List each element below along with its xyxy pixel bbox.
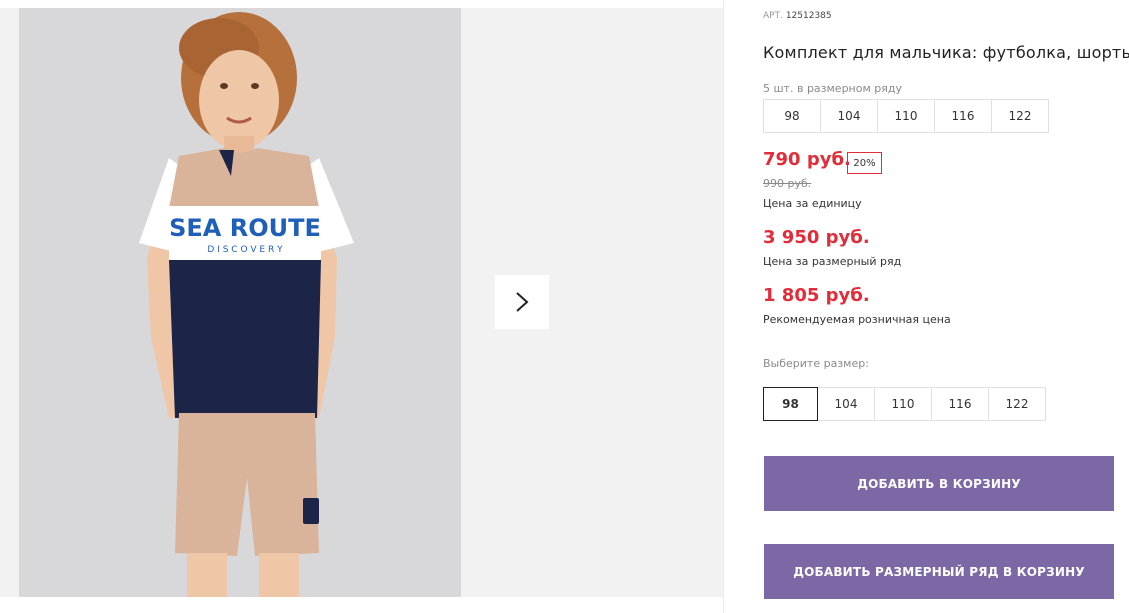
series-note: 5 шт. в размерном ряду: [763, 82, 902, 95]
shirt-print-subtitle: D I S C O V E R Y: [207, 245, 283, 255]
size-selector: 98 104 110 116 122: [763, 387, 1046, 421]
old-price: 990 руб.: [763, 177, 812, 190]
price-unit-caption: Цена за единицу: [763, 197, 862, 210]
series-size-list: 98 104 110 116 122: [763, 99, 1049, 133]
price-unit: 790 руб.: [763, 149, 851, 170]
gallery-bottom-strip: [0, 597, 723, 613]
price-retail: 1 805 руб.: [763, 285, 870, 306]
boy-in-tshirt-and-shorts-image: SEA ROUTE D I S C O V E R Y: [19, 8, 461, 597]
series-size-122: 122: [991, 99, 1049, 133]
size-option-104[interactable]: 104: [817, 387, 875, 421]
shirt-print-title: SEA ROUTE: [169, 214, 321, 242]
price-series-caption: Цена за размерный ряд: [763, 255, 902, 268]
series-size-110: 110: [877, 99, 935, 133]
product-title: Комплект для мальчика: футболка, шорты: [763, 43, 1129, 62]
article-value: 12512385: [785, 11, 832, 21]
series-size-116: 116: [934, 99, 992, 133]
article-label: АРТ.: [763, 11, 783, 21]
series-size-98: 98: [763, 99, 821, 133]
article-number: АРТ. 12512385: [763, 11, 832, 21]
product-info: АРТ. 12512385 Комплект для мальчика: фут…: [763, 0, 1129, 613]
add-series-to-cart-button[interactable]: ДОБАВИТЬ РАЗМЕРНЫЙ РЯД В КОРЗИНУ: [764, 544, 1114, 599]
price-series: 3 950 руб.: [763, 227, 870, 248]
price-retail-caption: Рекомендуемая розничная цена: [763, 313, 951, 326]
choose-size-label: Выберите размер:: [763, 357, 869, 370]
divider: [723, 0, 724, 613]
chevron-right-icon: [516, 292, 529, 312]
size-option-116[interactable]: 116: [931, 387, 989, 421]
gallery-next-button[interactable]: [495, 275, 549, 329]
size-option-110[interactable]: 110: [874, 387, 932, 421]
series-size-104: 104: [820, 99, 878, 133]
product-gallery: SEA ROUTE D I S C O V E R Y: [0, 8, 723, 597]
add-to-cart-button[interactable]: ДОБАВИТЬ В КОРЗИНУ: [764, 456, 1114, 511]
product-photo[interactable]: SEA ROUTE D I S C O V E R Y: [19, 8, 461, 597]
discount-badge: 20%: [847, 152, 882, 174]
size-option-98[interactable]: 98: [763, 387, 818, 421]
size-option-122[interactable]: 122: [988, 387, 1046, 421]
